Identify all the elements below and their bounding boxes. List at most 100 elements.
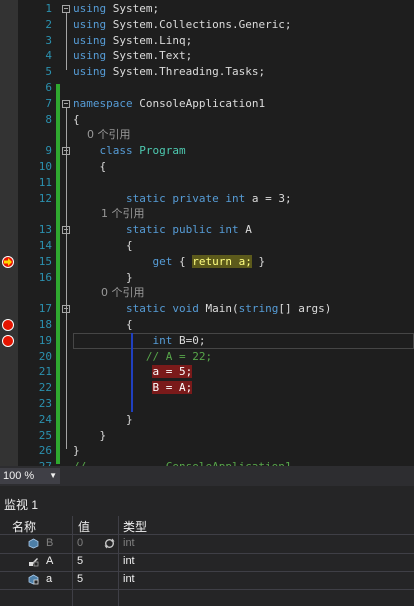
keyword-token: using [73,49,107,63]
collapse-icon[interactable] [62,99,70,108]
code-line[interactable]: 17 static void Main(string[] args) [0,301,414,317]
code-token: a = 3; [245,191,292,205]
line-number: 1 [45,2,52,15]
keyword-token: static [125,223,166,237]
current-statement-icon[interactable] [2,255,14,268]
line-number: 19 [38,333,52,347]
line-number: 24 [38,412,52,426]
chevron-down-icon: ▼ [49,471,57,480]
code-line[interactable]: 4 using System.Text; [0,48,414,64]
code-line[interactable]: 6 [0,80,414,96]
code-token: System.Threading.Tasks; [106,65,266,79]
keyword-token: string [238,302,279,316]
code-text: using System.Collections.Generic; [73,17,292,33]
line-number: 23 [38,397,52,410]
code-line[interactable]: 22 B = A; [0,380,414,396]
code-line[interactable]: 18 { [0,317,414,333]
code-line[interactable]: 24 } [0,412,414,428]
line-number: 2 [45,17,52,31]
column-type-header[interactable]: 类型 [123,518,147,535]
line-number: 21 [38,365,52,379]
code-text: // ConsoleApplication1 [73,459,292,466]
code-token: B = A; [152,381,193,395]
watch-type: int [123,573,135,585]
code-text: { [73,317,133,333]
code-token: { [73,160,107,173]
code-text: int B=0; [73,333,205,349]
codelens-reference[interactable]: 1 个引用 [73,207,145,220]
code-line[interactable]: 0 个引用 [0,127,414,143]
column-name-header[interactable]: 名称 [12,518,36,535]
code-line[interactable]: 5 using System.Threading.Tasks; [0,64,414,80]
line-number: 9 [45,144,52,158]
watch-row-b[interactable]: B 0 int [0,536,414,554]
code-text: 0 个引用 [73,127,131,143]
code-text: namespace ConsoleApplication1 [73,96,265,112]
code-line[interactable]: 1 using System; [0,1,414,17]
code-token: A [238,223,252,237]
code-line[interactable]: 11 [0,175,414,191]
code-line[interactable]: 16 } [0,270,414,286]
code-line[interactable]: 25 } [0,428,414,444]
codelens-reference[interactable]: 0 个引用 [73,286,145,299]
code-editor[interactable]: 1 using System; 2 using System.Collections.… [0,0,414,466]
code-text: } [73,412,133,428]
code-line[interactable]: 0 个引用 [0,285,414,301]
code-token: a = 5; [152,365,193,379]
code-line[interactable]: 21 a = 5; [0,364,414,380]
code-line[interactable]: 3 using System.Linq; [0,33,414,49]
keyword-token: static [125,302,166,316]
code-line[interactable]: 19 int B=0; [0,332,414,349]
code-text: using System.Text; [73,48,192,64]
line-number: 4 [45,49,52,63]
code-line[interactable]: 20 // A = 22; [0,349,414,365]
watch-row-a-property[interactable]: A 5 int [0,554,414,572]
code-token: { [73,112,80,126]
line-number: 13 [38,223,52,237]
watch-title: 监视 1 [4,498,39,512]
code-text: using System.Threading.Tasks; [73,64,265,80]
code-line[interactable]: 8{ [0,112,414,128]
keyword-token: using [73,33,107,47]
line-number: 10 [38,160,52,173]
column-value-header[interactable]: 值 [78,518,90,535]
line-number: 11 [38,175,52,189]
code-line[interactable]: 9 class Program [0,143,414,159]
breakpoint-icon[interactable] [2,319,14,331]
code-text: static public int A [73,222,252,238]
code-line[interactable]: 26} [0,443,414,459]
watch-row-empty[interactable] [0,590,414,606]
watch-name: a [46,573,53,585]
code-line[interactable]: 14 { [0,238,414,254]
code-token: System.Text; [106,49,193,63]
code-line[interactable]: 12 static private int a = 3; [0,191,414,207]
code-text: 1 个引用 [73,206,145,222]
code-text: using System.Linq; [73,33,192,49]
code-line[interactable]: 13 static public int A [0,222,414,238]
code-token: [] args) [278,302,332,316]
code-line[interactable]: 27 // ConsoleApplication1 [0,459,414,466]
zoom-dropdown[interactable]: 100 % ▼ [0,468,60,484]
code-line[interactable]: 10 { [0,159,414,175]
code-token: System.Linq; [106,33,193,47]
code-line[interactable]: 2 using System.Collections.Generic; [0,17,414,33]
codelens-reference[interactable]: 0 个引用 [73,128,131,141]
watch-value: 5 [77,555,84,567]
code-token: Main( [198,302,239,316]
breakpoint-icon[interactable] [2,334,14,347]
code-line[interactable]: 15 get { return a; } [0,254,414,270]
line-number: 5 [45,65,52,79]
watch-row-a-field[interactable]: a 5 int [0,572,414,590]
property-icon [29,558,39,567]
keyword-token: using [73,17,107,31]
collapse-icon[interactable] [62,5,70,13]
code-line[interactable]: 23 [0,396,414,412]
watch-name: A [46,555,54,567]
code-line[interactable]: 7 namespace ConsoleApplication1 [0,96,414,112]
refresh-icon[interactable] [104,538,115,549]
line-number: 8 [45,112,52,126]
code-line[interactable]: 1 个引用 [0,206,414,222]
